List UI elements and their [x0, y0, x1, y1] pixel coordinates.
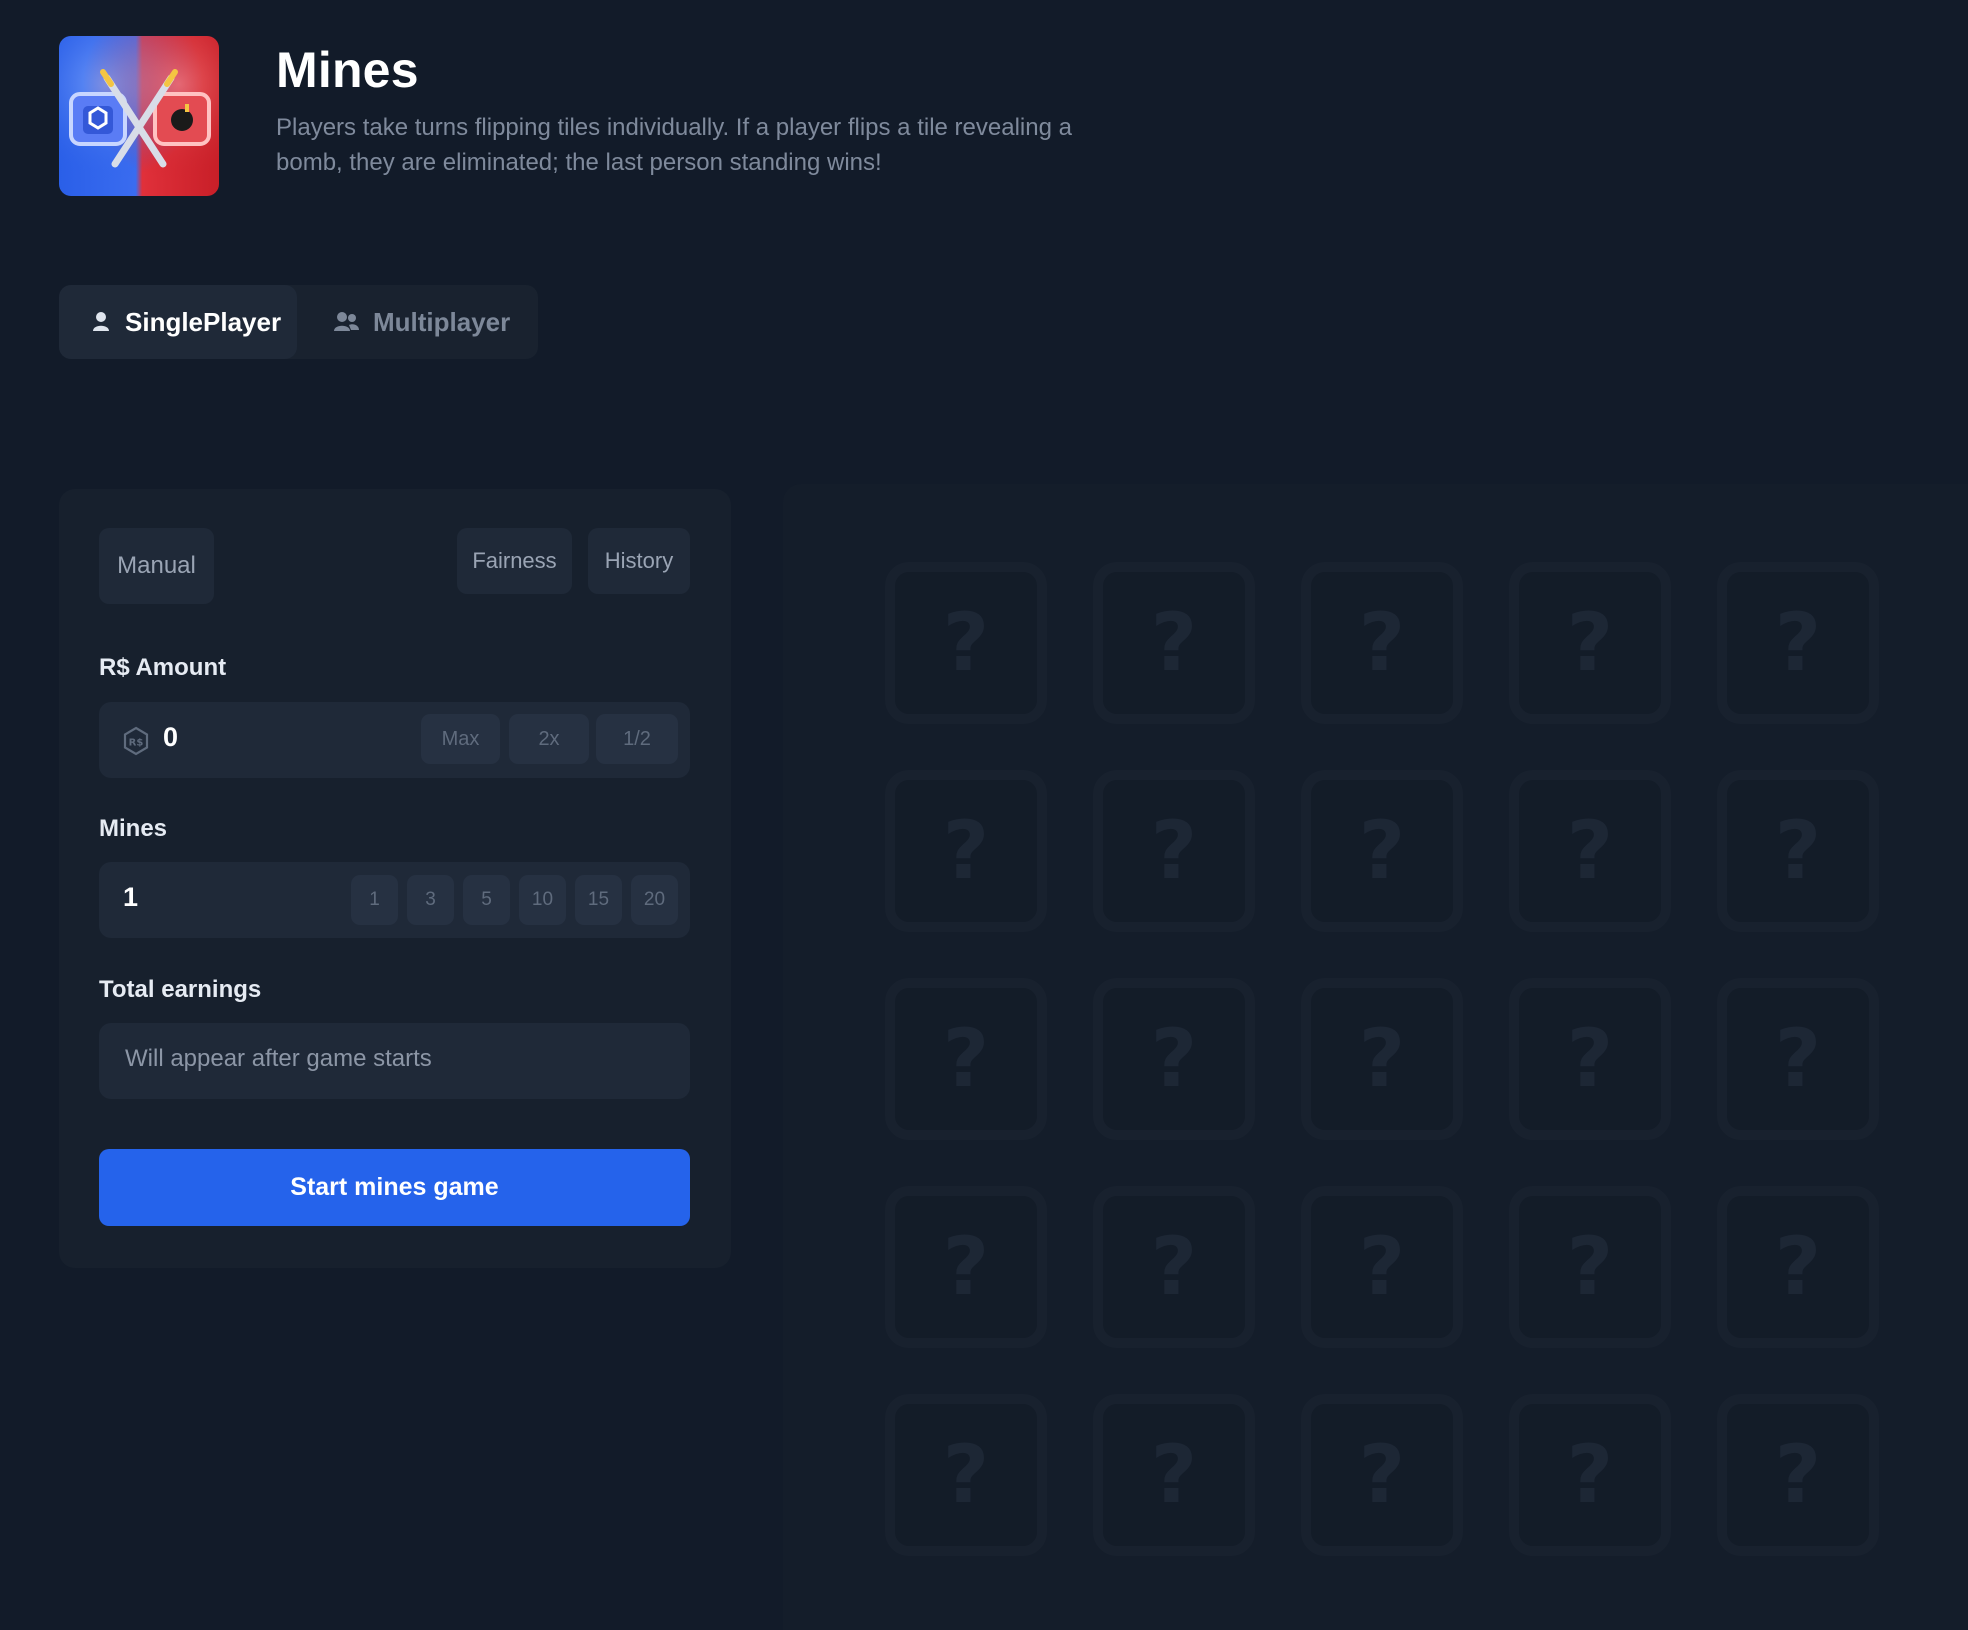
manual-tab[interactable]: Manual — [99, 528, 214, 604]
mine-tile[interactable]: ? — [885, 1394, 1047, 1556]
question-mark-icon: ? — [1358, 596, 1406, 689]
half-button[interactable]: 1/2 — [596, 714, 678, 764]
mines-label: Mines — [99, 815, 168, 842]
tab-multiplayer[interactable]: Multiplayer — [297, 285, 538, 359]
question-mark-icon: ? — [1566, 804, 1614, 897]
question-mark-icon: ? — [1150, 596, 1198, 689]
question-mark-icon: ? — [1774, 804, 1822, 897]
mines-preset-20[interactable]: 20 — [631, 875, 678, 925]
mines-preset-15[interactable]: 15 — [575, 875, 622, 925]
question-mark-icon: ? — [1774, 1012, 1822, 1105]
question-mark-icon: ? — [1358, 804, 1406, 897]
question-mark-icon: ? — [1358, 1012, 1406, 1105]
mine-tile[interactable]: ? — [1093, 770, 1255, 932]
mine-tile[interactable]: ? — [1717, 978, 1879, 1140]
question-mark-icon: ? — [1774, 1428, 1822, 1521]
question-mark-icon: ? — [1150, 1220, 1198, 1313]
user-icon — [91, 311, 111, 333]
question-mark-icon: ? — [1358, 1428, 1406, 1521]
page-title: Mines — [276, 42, 419, 98]
question-mark-icon: ? — [1150, 1012, 1198, 1105]
mine-tile[interactable]: ? — [885, 770, 1047, 932]
earnings-placeholder: Will appear after game starts — [125, 1045, 432, 1072]
mines-preset-5[interactable]: 5 — [463, 875, 510, 925]
mines-input[interactable]: 1 1 3 5 10 15 20 — [99, 862, 690, 938]
question-mark-icon: ? — [1566, 1012, 1614, 1105]
question-mark-icon: ? — [1358, 1220, 1406, 1313]
max-button[interactable]: Max — [421, 714, 500, 764]
mine-tile[interactable]: ? — [1509, 978, 1671, 1140]
game-header: Mines Players take turns flipping tiles … — [59, 36, 1136, 196]
mine-tile[interactable]: ? — [1717, 562, 1879, 724]
mines-game-thumbnail — [59, 36, 219, 196]
question-mark-icon: ? — [942, 1220, 990, 1313]
question-mark-icon: ? — [1566, 1220, 1614, 1313]
question-mark-icon: ? — [1150, 804, 1198, 897]
mines-preset-1[interactable]: 1 — [351, 875, 398, 925]
question-mark-icon: ? — [1774, 1220, 1822, 1313]
mine-tile[interactable]: ? — [1301, 1186, 1463, 1348]
question-mark-icon: ? — [1150, 1428, 1198, 1521]
tab-singleplayer[interactable]: SinglePlayer — [59, 285, 297, 359]
question-mark-icon: ? — [1774, 596, 1822, 689]
mine-tile[interactable]: ? — [1717, 770, 1879, 932]
robux-coin-icon: R$ — [121, 726, 151, 761]
title-block: Mines Players take turns flipping tiles … — [276, 40, 1136, 180]
mine-tile[interactable]: ? — [1301, 978, 1463, 1140]
mine-tile[interactable]: ? — [1093, 978, 1255, 1140]
mine-tile[interactable]: ? — [1717, 1394, 1879, 1556]
mine-tile[interactable]: ? — [1509, 562, 1671, 724]
start-game-button[interactable]: Start mines game — [99, 1149, 690, 1226]
question-mark-icon: ? — [942, 804, 990, 897]
question-mark-icon: ? — [1566, 1428, 1614, 1521]
users-icon — [333, 311, 359, 333]
mines-preset-10[interactable]: 10 — [519, 875, 566, 925]
mines-value: 1 — [123, 882, 139, 912]
mine-tile[interactable]: ? — [1301, 1394, 1463, 1556]
tab-multiplayer-label: Multiplayer — [373, 306, 511, 337]
question-mark-icon: ? — [942, 1428, 990, 1521]
amount-value: 0 — [163, 722, 179, 752]
game-description: Players take turns flipping tiles indivi… — [276, 114, 1072, 176]
mode-tabs: SinglePlayer Multiplayer — [59, 285, 538, 359]
mine-tile[interactable]: ? — [1301, 562, 1463, 724]
mines-preset-3[interactable]: 3 — [407, 875, 454, 925]
mine-tile[interactable]: ? — [1093, 1394, 1255, 1556]
amount-label: R$ Amount — [99, 654, 227, 681]
history-button[interactable]: History — [588, 528, 690, 594]
mine-tile[interactable]: ? — [1301, 770, 1463, 932]
question-mark-icon: ? — [942, 596, 990, 689]
earnings-field: Will appear after game starts — [99, 1023, 690, 1099]
question-mark-icon: ? — [1566, 596, 1614, 689]
mine-tile[interactable]: ? — [1093, 562, 1255, 724]
question-mark-icon: ? — [942, 1012, 990, 1105]
mine-tile[interactable]: ? — [885, 562, 1047, 724]
fairness-button[interactable]: Fairness — [457, 528, 572, 594]
double-button[interactable]: 2x — [509, 714, 589, 764]
mine-tile[interactable]: ? — [1509, 1394, 1671, 1556]
earnings-label: Total earnings — [99, 976, 262, 1003]
amount-input[interactable]: R$ 0 Max 2x 1/2 — [99, 702, 690, 778]
svg-text:R$: R$ — [129, 738, 144, 749]
mines-board: ????????????????????????? — [783, 484, 1968, 1630]
mine-tile[interactable]: ? — [1717, 1186, 1879, 1348]
bet-panel: Manual Fairness History R$ Amount R$ 0 M… — [59, 489, 731, 1268]
mine-tile[interactable]: ? — [885, 978, 1047, 1140]
mine-tile[interactable]: ? — [1093, 1186, 1255, 1348]
mine-tile[interactable]: ? — [1509, 1186, 1671, 1348]
tab-singleplayer-label: SinglePlayer — [125, 306, 282, 337]
mine-tile[interactable]: ? — [885, 1186, 1047, 1348]
mine-tile[interactable]: ? — [1509, 770, 1671, 932]
